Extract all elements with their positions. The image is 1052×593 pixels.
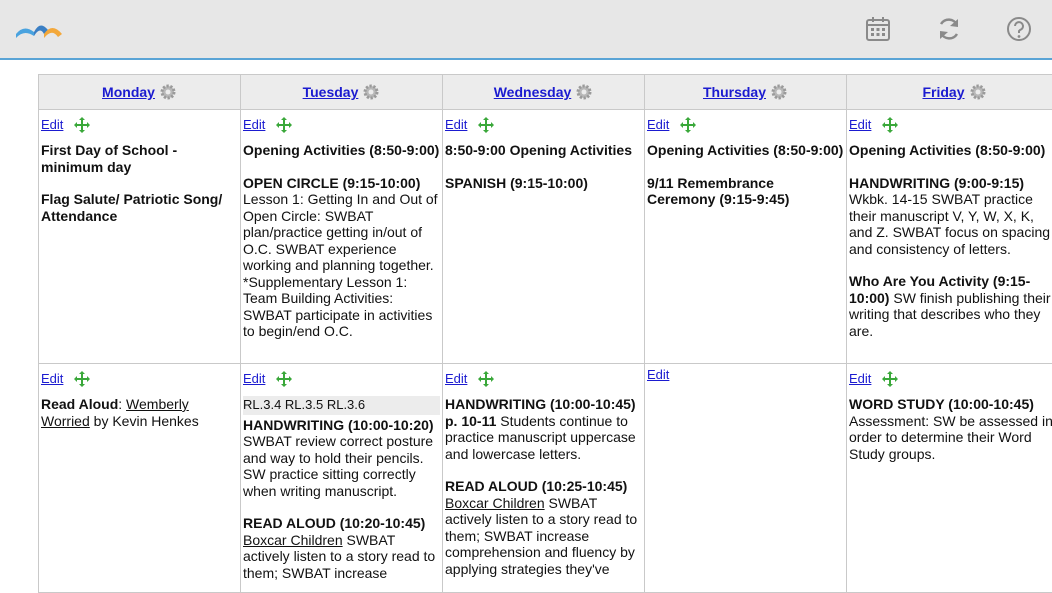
- edit-link[interactable]: Edit: [41, 371, 63, 388]
- lesson-text: Assessment: SW be assessed in order to d…: [849, 413, 1052, 462]
- lesson-text: Lesson 1: Getting In and Out of Open Cir…: [243, 191, 438, 339]
- day-link-monday[interactable]: Monday: [102, 84, 155, 100]
- lesson-cell-monday: Edit First Day of School - minimum day F…: [39, 110, 241, 364]
- day-link-friday[interactable]: Friday: [922, 84, 964, 100]
- book-title: Boxcar Children: [243, 532, 343, 548]
- gear-icon[interactable]: [159, 83, 177, 101]
- day-header-thursday: Thursday: [645, 75, 847, 110]
- lesson-text: 8:50-9:00 Opening Activities: [445, 142, 642, 159]
- lesson-text: Opening Activities (8:50-9:00): [647, 142, 844, 159]
- lesson-cell-thursday: Edit Opening Activities (8:50-9:00) 9/11…: [645, 110, 847, 364]
- lesson-title: WORD STUDY (10:00-10:45): [849, 396, 1034, 412]
- move-icon[interactable]: [275, 116, 293, 134]
- lesson-text: Opening Activities (8:50-9:00): [243, 142, 440, 159]
- move-icon[interactable]: [881, 370, 899, 388]
- edit-link[interactable]: Edit: [647, 117, 669, 134]
- lesson-text: by Kevin Henkes: [90, 413, 199, 429]
- lesson-title: Read Aloud: [41, 396, 118, 412]
- day-header-friday: Friday: [847, 75, 1052, 110]
- lesson-cell-wednesday: Edit 8:50-9:00 Opening Activities SPANIS…: [443, 110, 645, 364]
- day-link-wednesday[interactable]: Wednesday: [494, 84, 572, 100]
- lesson-text: :: [118, 396, 126, 412]
- move-icon[interactable]: [881, 116, 899, 134]
- lesson-cell-thursday: Edit: [645, 364, 847, 593]
- help-icon[interactable]: [1005, 15, 1033, 43]
- lesson-title: HANDWRITING (9:00-9:15): [849, 175, 1024, 191]
- edit-link[interactable]: Edit: [849, 117, 871, 134]
- lesson-text: SPANISH (9:15-10:00): [445, 175, 642, 192]
- move-icon[interactable]: [73, 370, 91, 388]
- day-link-thursday[interactable]: Thursday: [703, 84, 766, 100]
- lesson-title: HANDWRITING (10:00-10:20): [243, 417, 434, 433]
- lesson-text: Wkbk. 14-15 SWBAT practice their manuscr…: [849, 191, 1050, 257]
- move-icon[interactable]: [275, 370, 293, 388]
- day-link-tuesday[interactable]: Tuesday: [303, 84, 359, 100]
- lesson-title: READ ALOUD (10:20-10:45): [243, 515, 425, 531]
- gear-icon[interactable]: [362, 83, 380, 101]
- lesson-title: OPEN CIRCLE (9:15-10:00): [243, 175, 420, 191]
- edit-link[interactable]: Edit: [647, 367, 669, 384]
- move-icon[interactable]: [73, 116, 91, 134]
- day-header-wednesday: Wednesday: [443, 75, 645, 110]
- lesson-title: READ ALOUD (10:25-10:45): [445, 478, 627, 494]
- edit-link[interactable]: Edit: [243, 371, 265, 388]
- lesson-text: Flag Salute/ Patriotic Song/ Attendance: [41, 191, 238, 224]
- gear-icon[interactable]: [969, 83, 987, 101]
- gear-icon[interactable]: [575, 83, 593, 101]
- edit-link[interactable]: Edit: [849, 371, 871, 388]
- day-header-row: Monday Tuesday Wednesday Thursday Friday: [39, 75, 1052, 110]
- lesson-cell-friday: Edit WORD STUDY (10:00-10:45) Assessment…: [847, 364, 1052, 593]
- day-header-tuesday: Tuesday: [241, 75, 443, 110]
- standards-tags: RL.3.4 RL.3.5 RL.3.6: [243, 396, 440, 415]
- edit-link[interactable]: Edit: [445, 371, 467, 388]
- lesson-row: Edit First Day of School - minimum day F…: [39, 110, 1052, 364]
- lesson-cell-friday: Edit Opening Activities (8:50-9:00) HAND…: [847, 110, 1052, 364]
- move-icon[interactable]: [477, 116, 495, 134]
- lesson-text: SWBAT review correct posture and way to …: [243, 433, 433, 499]
- edit-link[interactable]: Edit: [445, 117, 467, 134]
- lesson-cell-tuesday: Edit Opening Activities (8:50-9:00) OPEN…: [241, 110, 443, 364]
- move-icon[interactable]: [679, 116, 697, 134]
- lesson-text: 9/11 Remembrance Ceremony (9:15-9:45): [647, 175, 844, 208]
- lesson-row: Edit Read Aloud: Wemberly Worried by Kev…: [39, 364, 1052, 593]
- refresh-icon[interactable]: [935, 15, 963, 43]
- edit-link[interactable]: Edit: [41, 117, 63, 134]
- gear-icon[interactable]: [770, 83, 788, 101]
- lesson-text: First Day of School - minimum day: [41, 142, 238, 175]
- edit-link[interactable]: Edit: [243, 117, 265, 134]
- day-header-monday: Monday: [39, 75, 241, 110]
- lesson-cell-wednesday: Edit HANDWRITING (10:00-10:45) p. 10-11 …: [443, 364, 645, 593]
- move-icon[interactable]: [477, 370, 495, 388]
- top-toolbar: [0, 0, 1052, 60]
- lesson-text: Opening Activities (8:50-9:00): [849, 142, 1052, 159]
- week-planner-grid: Monday Tuesday Wednesday Thursday Friday…: [38, 74, 1052, 593]
- calendar-icon[interactable]: [864, 15, 892, 43]
- app-logo-icon: [14, 16, 64, 42]
- book-title: Boxcar Children: [445, 495, 545, 511]
- lesson-cell-monday: Edit Read Aloud: Wemberly Worried by Kev…: [39, 364, 241, 593]
- lesson-cell-tuesday: Edit RL.3.4 RL.3.5 RL.3.6 HANDWRITING (1…: [241, 364, 443, 593]
